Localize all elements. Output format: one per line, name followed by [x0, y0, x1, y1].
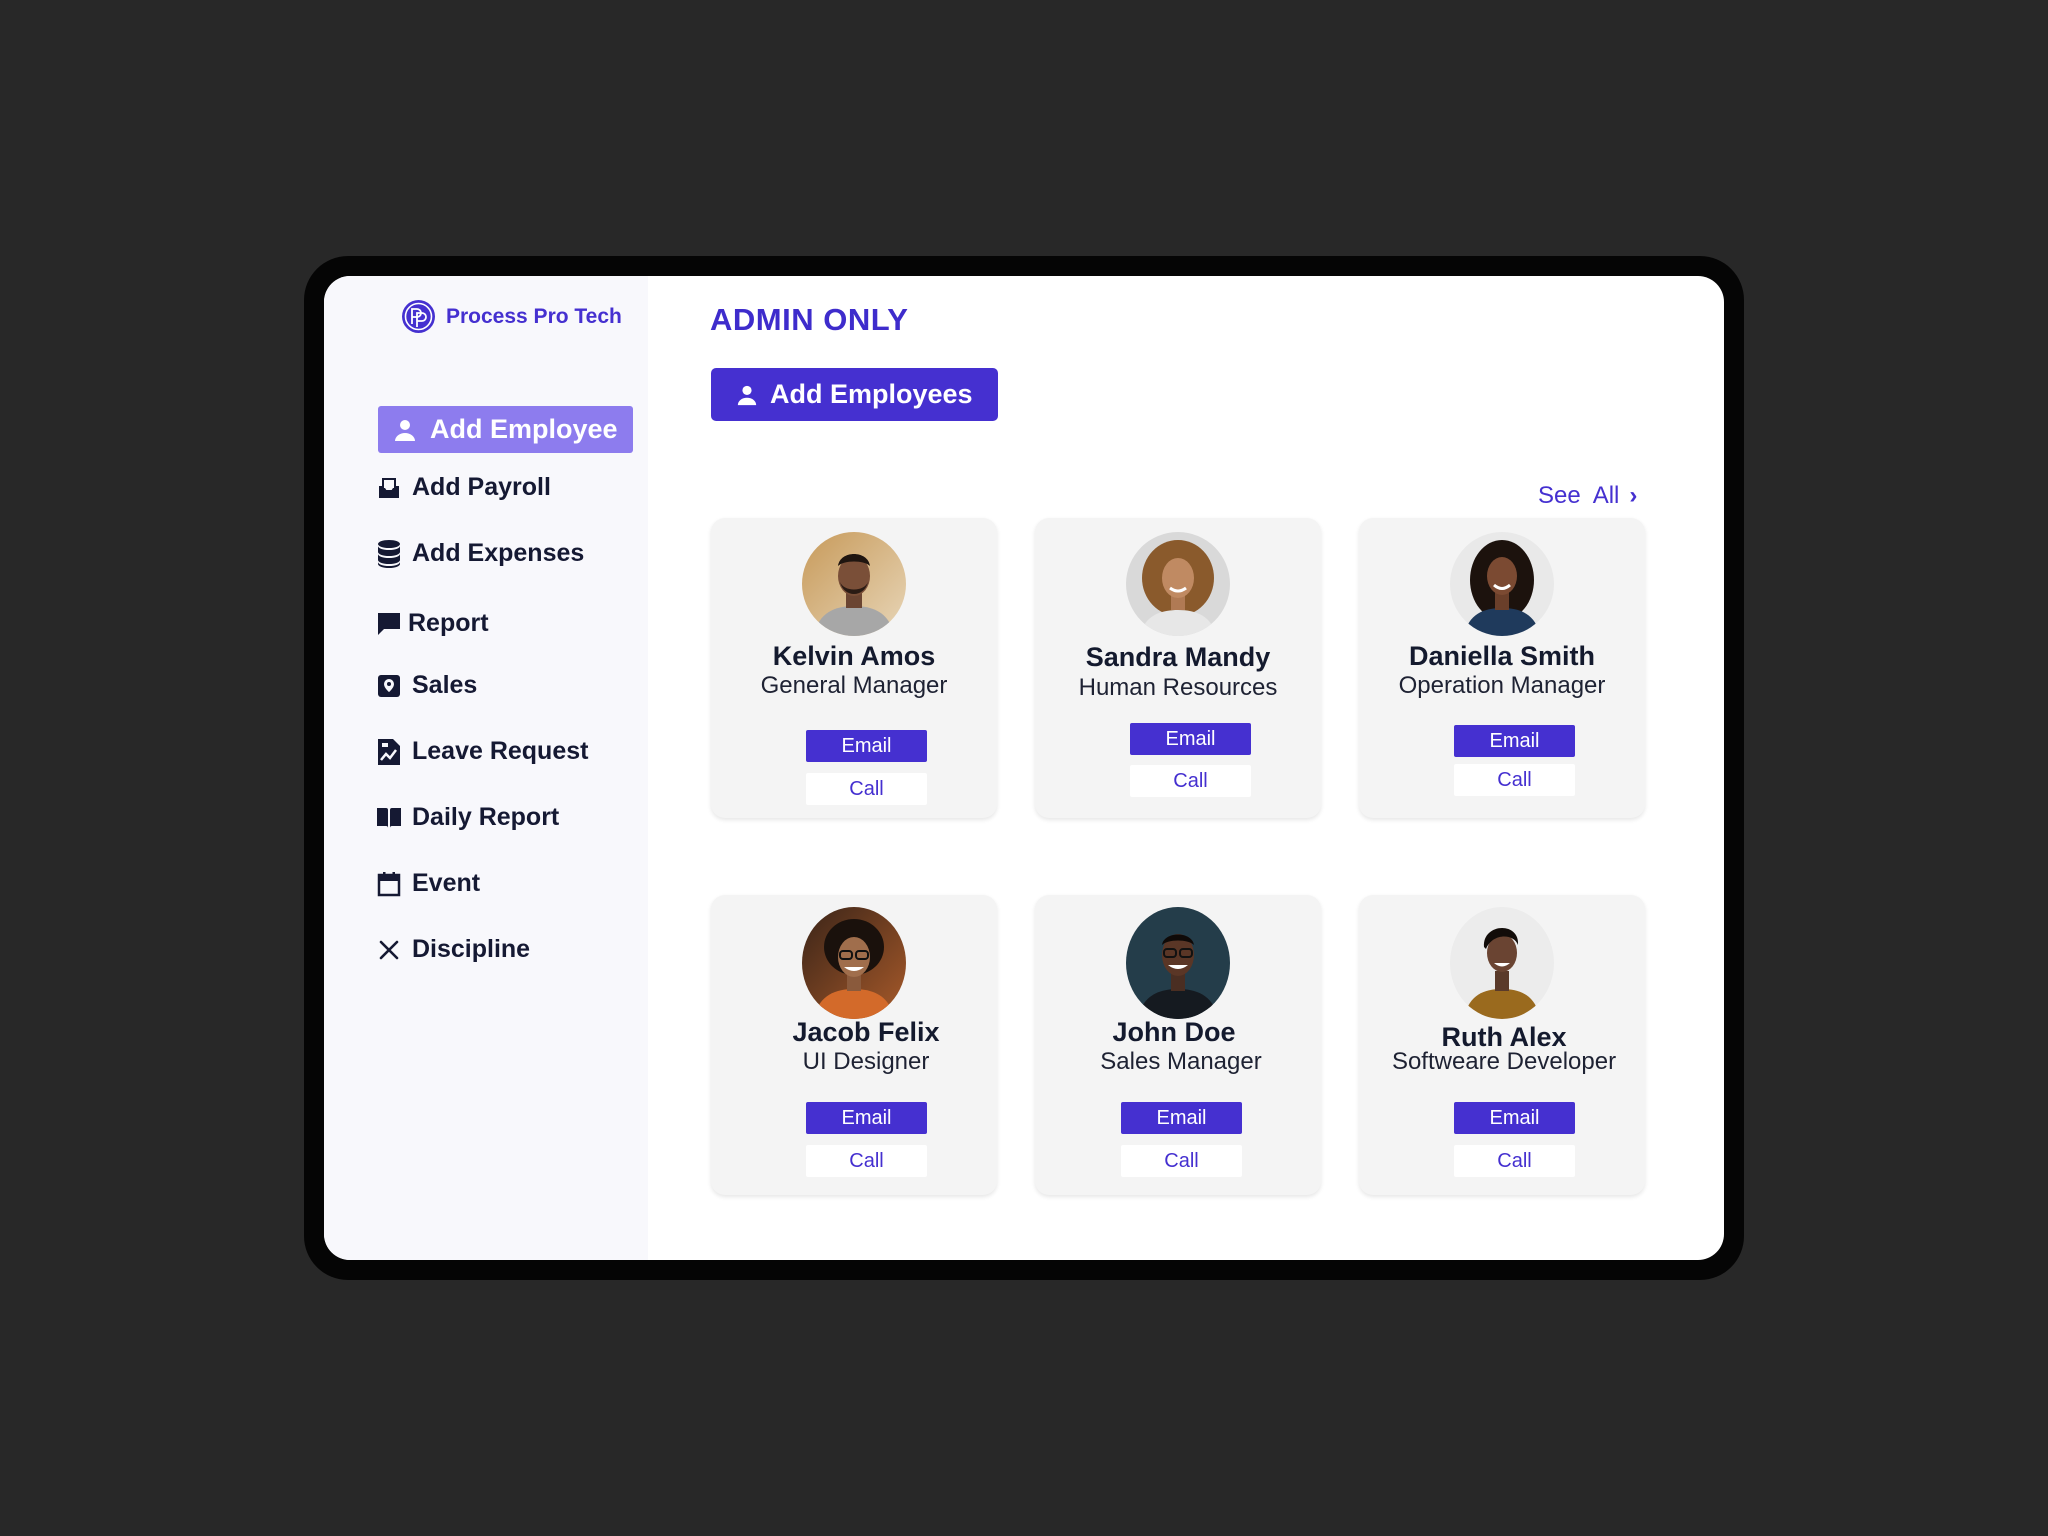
chevron-right-icon: › — [1629, 482, 1638, 509]
add-employees-button[interactable]: Add Employees — [711, 368, 998, 421]
avatar — [1450, 907, 1554, 1019]
sidebar-item-add-employee[interactable]: Add Employee — [378, 406, 633, 453]
book-icon — [376, 805, 402, 831]
sidebar-item-label: Leave Request — [412, 737, 589, 765]
chat-bubble-icon — [376, 611, 402, 637]
call-button[interactable]: Call — [806, 773, 927, 805]
employee-card: John Doe Sales Manager Email Call — [1035, 895, 1321, 1195]
page-title: ADMIN ONLY — [710, 302, 909, 337]
avatar — [1126, 907, 1230, 1019]
brand-name: Process Pro Tech — [446, 304, 622, 328]
email-button[interactable]: Email — [806, 1102, 927, 1134]
sidebar-item-label: Add Payroll — [412, 473, 551, 501]
employee-name: Sandra Mandy — [1085, 642, 1271, 672]
employee-card: Daniella Smith Operation Manager Email C… — [1359, 518, 1645, 818]
email-button[interactable]: Email — [1121, 1102, 1242, 1134]
sidebar-item-discipline[interactable]: Discipline — [376, 935, 530, 964]
call-button[interactable]: Call — [1454, 764, 1575, 796]
call-button[interactable]: Call — [1130, 765, 1251, 797]
sidebar-item-label: Sales — [412, 671, 478, 699]
avatar — [1450, 532, 1554, 636]
sidebar-item-label: Event — [412, 869, 481, 897]
sidebar-item-label: Add Expenses — [412, 539, 585, 567]
sidebar-item-sales[interactable]: Sales — [376, 671, 477, 700]
call-button[interactable]: Call — [1121, 1145, 1242, 1177]
sidebar-item-label: Add Employee — [430, 414, 618, 444]
employee-name: John Doe — [1112, 1017, 1236, 1047]
employee-role: Human Resources — [1078, 674, 1278, 701]
email-button[interactable]: Email — [1454, 725, 1575, 757]
avatar — [1126, 532, 1230, 636]
employee-card: Kelvin Amos General Manager Email Call — [711, 518, 997, 818]
sidebar-item-add-expenses[interactable]: Add Expenses — [376, 539, 584, 568]
user-icon — [736, 384, 758, 406]
calendar-icon — [376, 871, 402, 897]
employee-role: UI Designer — [802, 1048, 930, 1075]
employee-role: Sales Manager — [1100, 1048, 1262, 1075]
employee-card: Jacob Felix UI Designer Email Call — [711, 895, 997, 1195]
email-button[interactable]: Email — [1130, 723, 1251, 755]
document-chart-icon — [376, 738, 402, 765]
employee-card: Ruth Alex Softweare Developer Email Call — [1359, 895, 1645, 1195]
sidebar-item-label: Report — [408, 609, 489, 637]
avatar — [802, 907, 906, 1019]
employee-role: Softweare Developer — [1391, 1048, 1617, 1075]
see-all-label: See All — [1538, 482, 1620, 509]
pp-logo-icon — [402, 300, 435, 333]
employee-role: Operation Manager — [1398, 672, 1606, 699]
sidebar-item-label: Daily Report — [412, 803, 560, 831]
app-screen: Process Pro Tech Add Employee Add Payrol… — [324, 276, 1724, 1260]
inbox-icon — [376, 475, 402, 501]
brand[interactable]: Process Pro Tech — [402, 300, 622, 333]
user-icon — [392, 417, 418, 443]
employee-role: General Manager — [760, 672, 948, 699]
call-button[interactable]: Call — [806, 1145, 927, 1177]
call-button[interactable]: Call — [1454, 1145, 1575, 1177]
sidebar-item-report[interactable]: Report — [376, 609, 489, 638]
avatar — [802, 532, 906, 636]
sidebar-item-event[interactable]: Event — [376, 869, 480, 898]
sidebar-item-label: Discipline — [412, 935, 531, 963]
email-button[interactable]: Email — [1454, 1102, 1575, 1134]
sidebar-item-daily-report[interactable]: Daily Report — [376, 803, 559, 832]
employee-name: Daniella Smith — [1408, 641, 1596, 671]
email-button[interactable]: Email — [806, 730, 927, 762]
employee-card: Sandra Mandy Human Resources Email Call — [1035, 518, 1321, 818]
sidebar-item-add-payroll[interactable]: Add Payroll — [376, 473, 551, 502]
employee-name: Kelvin Amos — [772, 641, 936, 671]
add-employees-label: Add Employees — [770, 379, 973, 409]
close-icon — [376, 937, 402, 963]
see-all-link[interactable]: See All › — [1538, 482, 1637, 510]
employee-name: Jacob Felix — [792, 1017, 940, 1047]
database-icon — [376, 539, 402, 568]
location-badge-icon — [376, 673, 402, 699]
sidebar: Process Pro Tech Add Employee Add Payrol… — [324, 276, 648, 1260]
sidebar-item-leave-request[interactable]: Leave Request — [376, 737, 588, 766]
